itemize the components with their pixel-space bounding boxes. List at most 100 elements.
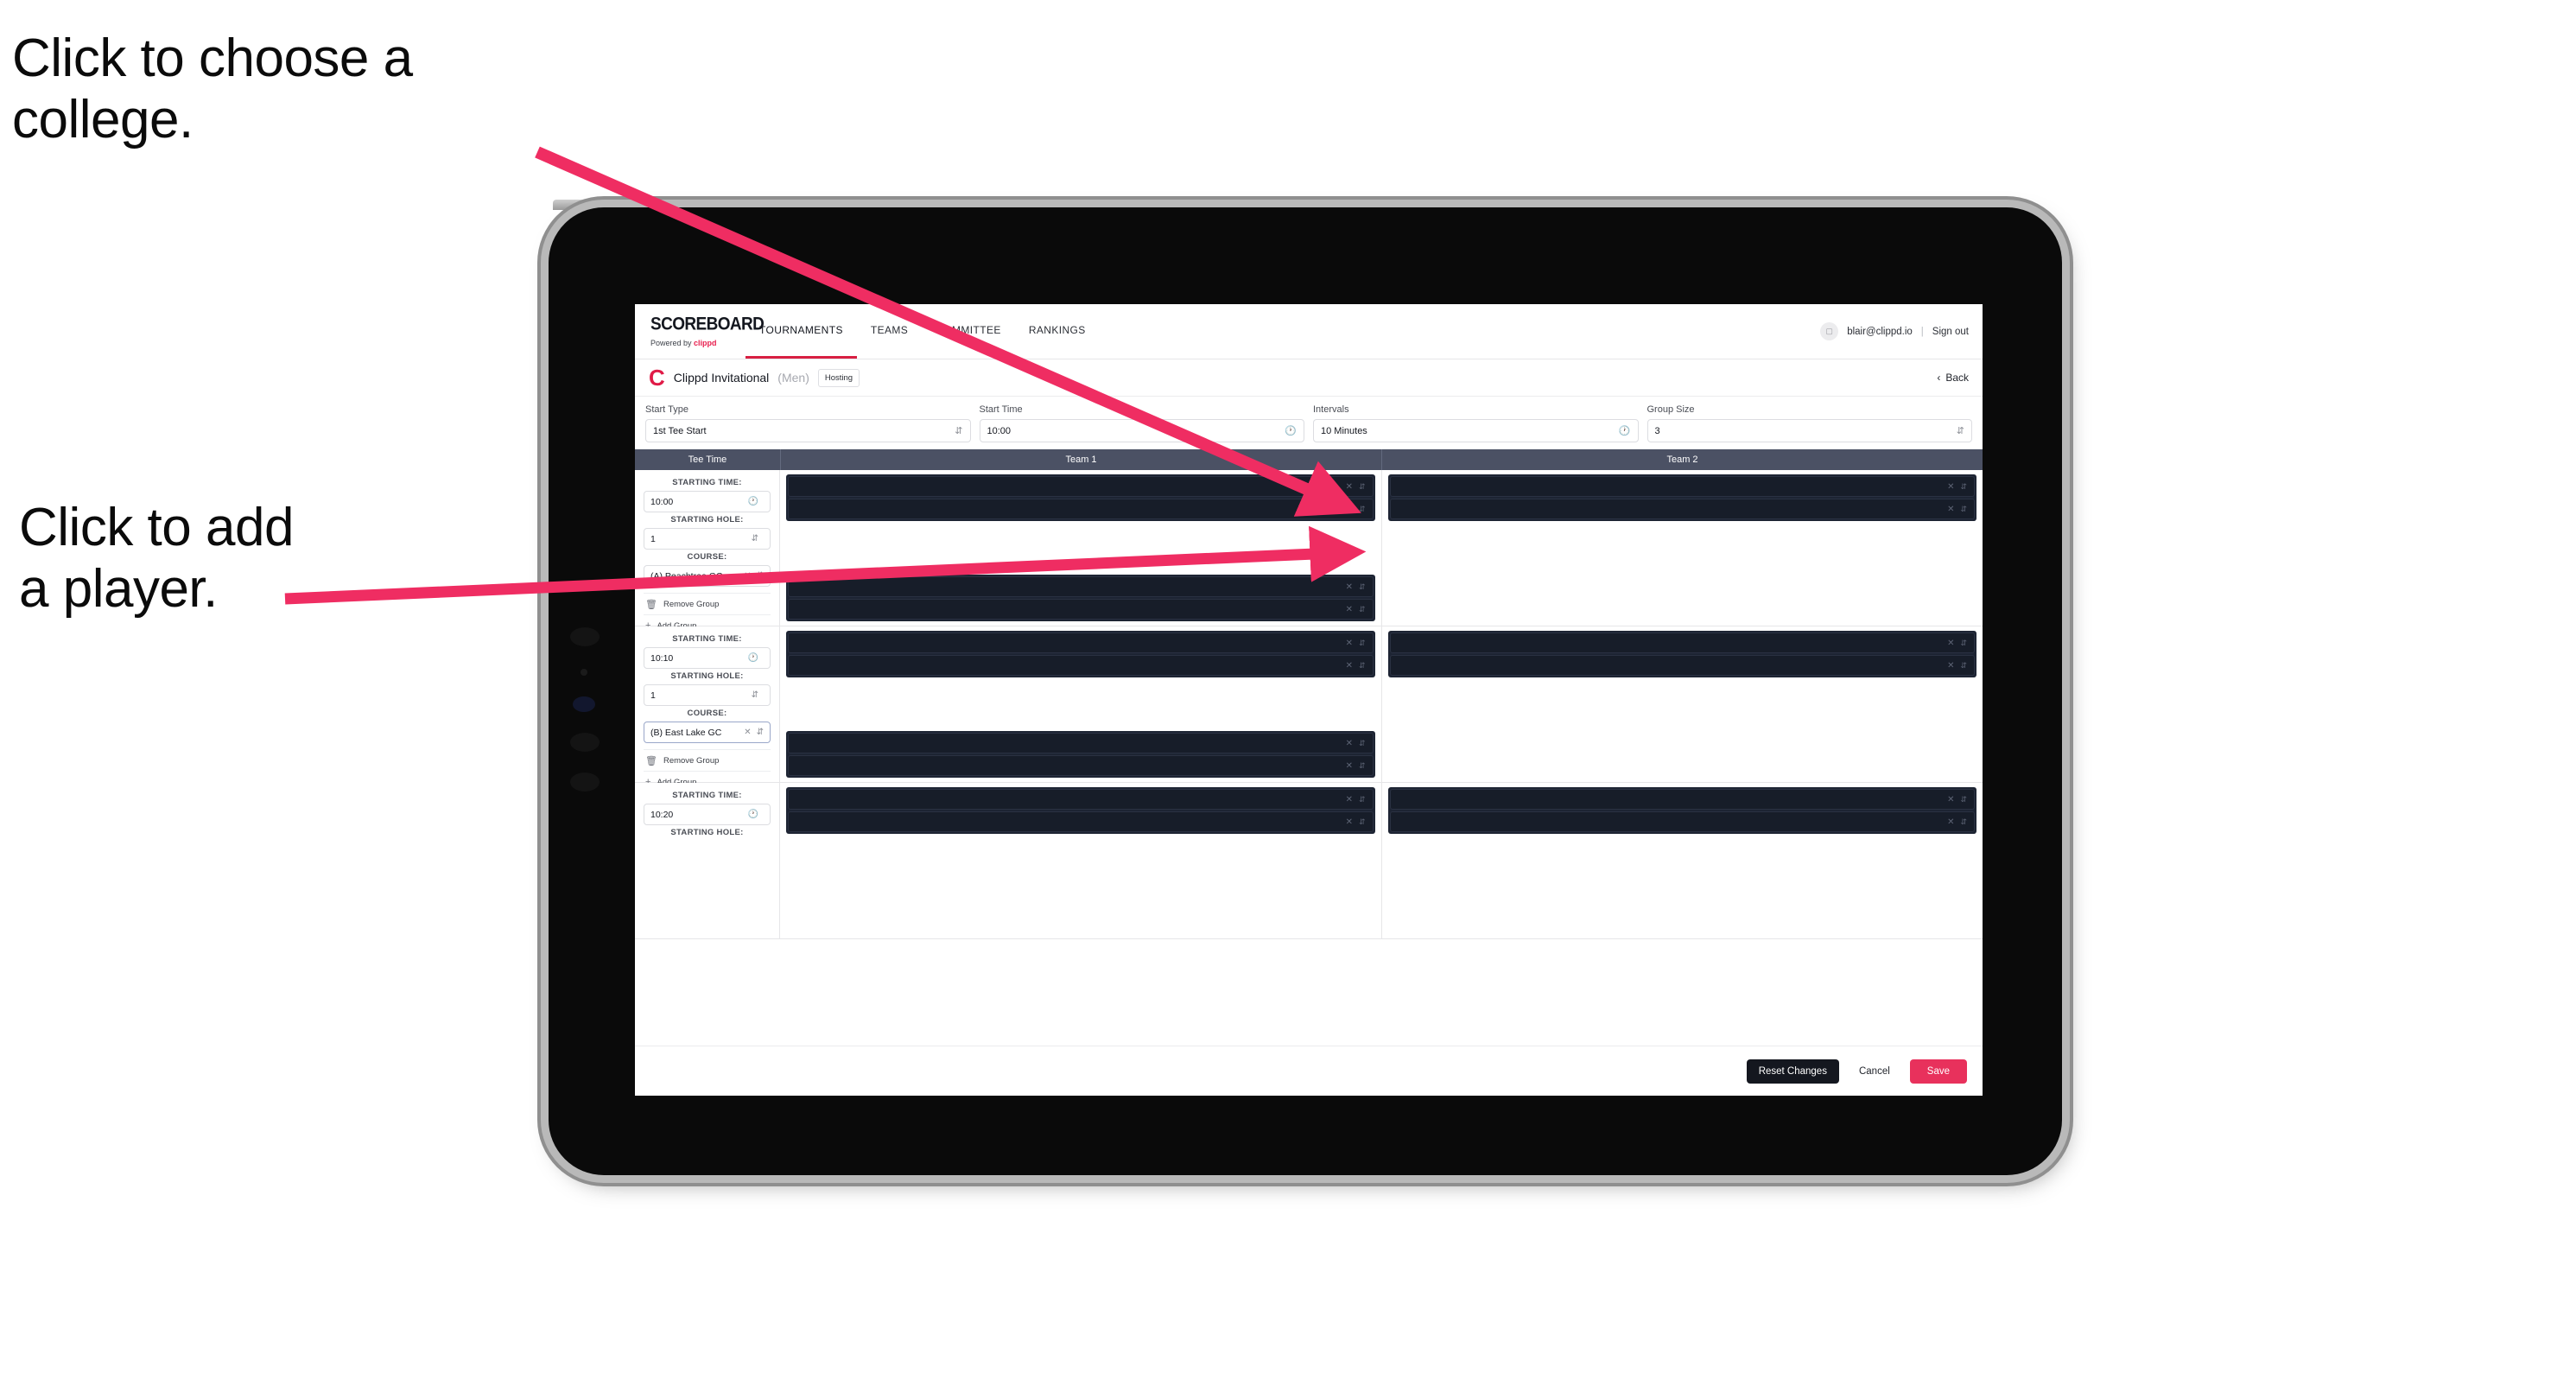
close-icon[interactable]: ✕ bbox=[1346, 505, 1353, 514]
column-header-team-1: Team 1 bbox=[781, 449, 1382, 470]
caption-starting-hole: STARTING HOLE: bbox=[670, 515, 744, 525]
column-header-team-2: Team 2 bbox=[1666, 455, 1698, 465]
clock-icon[interactable]: 🕐 bbox=[1285, 425, 1297, 436]
course-select[interactable]: (A) Peachtree GC ✕ ⇵ bbox=[644, 565, 771, 587]
brand-logo[interactable]: SCOREBOARD Powered by clippd bbox=[635, 304, 765, 359]
player-select-slot[interactable]: ✕ ⇵ bbox=[788, 789, 1374, 810]
close-icon[interactable]: ✕ bbox=[1346, 482, 1353, 492]
intervals-input[interactable]: 10 Minutes 🕐 bbox=[1313, 419, 1639, 442]
player-select-slot[interactable]: ✕ ⇵ bbox=[1389, 655, 1975, 676]
close-icon[interactable]: ✕ bbox=[1947, 795, 1954, 804]
close-icon[interactable]: ✕ bbox=[1947, 661, 1954, 671]
starting-hole-select[interactable]: 1 ⇵ bbox=[644, 684, 771, 706]
sign-out-link[interactable]: Sign out bbox=[1932, 327, 1969, 337]
stepper-icon[interactable]: ⇵ bbox=[1359, 505, 1366, 514]
nav-tab-rankings[interactable]: RANKINGS bbox=[1015, 304, 1100, 359]
player-select-slot[interactable]: ✕ ⇵ bbox=[788, 811, 1374, 832]
stepper-icon[interactable]: ⇵ bbox=[1359, 739, 1366, 748]
stepper-icon[interactable]: ⇵ bbox=[1359, 661, 1366, 671]
stepper-icon[interactable]: ⇵ bbox=[1359, 639, 1366, 648]
player-slot-group: ✕ ⇵ ✕ ⇵ bbox=[786, 474, 1375, 521]
player-slot-group: ✕ ⇵ ✕ ⇵ bbox=[786, 787, 1375, 834]
nav-tab-teams[interactable]: TEAMS bbox=[857, 304, 922, 359]
stepper-icon[interactable]: ⇵ bbox=[757, 728, 764, 737]
clock-icon[interactable]: 🕐 bbox=[748, 653, 758, 663]
avatar[interactable]: ▢ bbox=[1820, 322, 1839, 340]
settings-controls-row: Start Type 1st Tee Start ⇵ Start Time 10… bbox=[635, 397, 1983, 449]
player-select-slot[interactable]: ✕ ⇵ bbox=[788, 499, 1374, 519]
top-navigation-bar: SCOREBOARD Powered by clippd TOURNAMENTS… bbox=[635, 304, 1983, 359]
player-select-slot[interactable]: ✕ ⇵ bbox=[788, 655, 1374, 676]
close-icon[interactable]: ✕ bbox=[1346, 639, 1353, 648]
nav-tab-committee[interactable]: COMMITTEE bbox=[922, 304, 1015, 359]
close-icon[interactable]: ✕ bbox=[744, 571, 751, 581]
close-icon[interactable]: ✕ bbox=[1947, 639, 1954, 648]
stepper-icon[interactable]: ⇵ bbox=[1960, 639, 1967, 648]
player-select-slot[interactable]: ✕ ⇵ bbox=[1389, 499, 1975, 519]
clock-icon[interactable]: 🕐 bbox=[748, 810, 758, 819]
close-icon[interactable]: ✕ bbox=[744, 728, 751, 737]
stepper-icon[interactable]: ⇵ bbox=[752, 690, 758, 700]
stepper-icon[interactable]: ⇵ bbox=[1960, 661, 1967, 671]
close-icon[interactable]: ✕ bbox=[1947, 817, 1954, 827]
group-size-select[interactable]: 3 ⇵ bbox=[1646, 419, 1972, 442]
starting-time-value: 10:00 bbox=[650, 496, 674, 507]
close-icon[interactable]: ✕ bbox=[1346, 605, 1353, 614]
player-select-slot[interactable]: ✕ ⇵ bbox=[788, 576, 1374, 597]
start-time-input[interactable]: 10:00 🕐 bbox=[979, 419, 1304, 442]
stepper-icon[interactable]: ⇵ bbox=[1960, 505, 1967, 514]
stepper-icon[interactable]: ⇵ bbox=[1960, 817, 1967, 827]
player-select-slot[interactable]: ✕ ⇵ bbox=[1389, 633, 1975, 653]
bezel-sensor-icon bbox=[581, 669, 587, 676]
action-footer: Reset Changes Cancel Save bbox=[635, 1046, 1983, 1096]
stepper-icon[interactable]: ⇵ bbox=[1957, 425, 1964, 436]
remove-group-button[interactable]: 🗑 Remove Group bbox=[644, 749, 771, 771]
clock-icon[interactable]: 🕐 bbox=[1619, 425, 1631, 436]
back-button[interactable]: ‹ Back bbox=[1937, 372, 1969, 384]
field-start-time: Start Time 10:00 🕐 bbox=[979, 404, 1304, 442]
starting-time-input[interactable]: 10:00 🕐 bbox=[644, 491, 771, 512]
table-row: STARTING TIME: 10:00 🕐 STARTING HOLE: 1 … bbox=[635, 470, 1983, 631]
close-icon[interactable]: ✕ bbox=[1346, 739, 1353, 748]
player-select-slot[interactable]: ✕ ⇵ bbox=[788, 733, 1374, 753]
close-icon[interactable]: ✕ bbox=[1346, 761, 1353, 771]
caption-starting-time: STARTING TIME: bbox=[672, 478, 742, 487]
tee-time-cell: STARTING TIME: 10:00 🕐 STARTING HOLE: 1 … bbox=[635, 470, 780, 631]
clock-icon[interactable]: 🕐 bbox=[748, 497, 758, 506]
course-select[interactable]: (B) East Lake GC ✕ ⇵ bbox=[644, 722, 771, 743]
stepper-icon[interactable]: ⇵ bbox=[752, 534, 758, 544]
starting-time-input[interactable]: 10:10 🕐 bbox=[644, 647, 771, 669]
player-select-slot[interactable]: ✕ ⇵ bbox=[788, 476, 1374, 497]
close-icon[interactable]: ✕ bbox=[1346, 582, 1353, 592]
save-button[interactable]: Save bbox=[1909, 1059, 1967, 1084]
close-icon[interactable]: ✕ bbox=[1346, 661, 1353, 671]
player-select-slot[interactable]: ✕ ⇵ bbox=[1389, 789, 1975, 810]
stepper-icon[interactable]: ⇵ bbox=[1960, 795, 1967, 804]
start-type-select[interactable]: 1st Tee Start ⇵ bbox=[645, 419, 971, 442]
stepper-icon[interactable]: ⇵ bbox=[1359, 795, 1366, 804]
player-select-slot[interactable]: ✕ ⇵ bbox=[788, 755, 1374, 776]
player-select-slot[interactable]: ✕ ⇵ bbox=[1389, 476, 1975, 497]
cancel-button[interactable]: Cancel bbox=[1849, 1059, 1900, 1084]
player-select-slot[interactable]: ✕ ⇵ bbox=[1389, 811, 1975, 832]
stepper-icon[interactable]: ⇵ bbox=[1960, 482, 1967, 492]
stepper-icon[interactable]: ⇵ bbox=[1359, 761, 1366, 771]
reset-changes-button[interactable]: Reset Changes bbox=[1746, 1059, 1839, 1084]
stepper-icon[interactable]: ⇵ bbox=[1359, 817, 1366, 827]
stepper-icon[interactable]: ⇵ bbox=[1359, 482, 1366, 492]
player-select-slot[interactable]: ✕ ⇵ bbox=[788, 599, 1374, 620]
player-select-slot[interactable]: ✕ ⇵ bbox=[788, 633, 1374, 653]
start-time-value: 10:00 bbox=[987, 425, 1012, 436]
close-icon[interactable]: ✕ bbox=[1346, 795, 1353, 804]
stepper-icon[interactable]: ⇵ bbox=[757, 571, 764, 581]
starting-time-input[interactable]: 10:20 🕐 bbox=[644, 804, 771, 825]
close-icon[interactable]: ✕ bbox=[1346, 817, 1353, 827]
stepper-icon[interactable]: ⇵ bbox=[955, 425, 962, 436]
close-icon[interactable]: ✕ bbox=[1947, 482, 1954, 492]
starting-hole-select[interactable]: 1 ⇵ bbox=[644, 528, 771, 550]
remove-group-button[interactable]: 🗑 Remove Group bbox=[644, 593, 771, 614]
stepper-icon[interactable]: ⇵ bbox=[1359, 582, 1366, 592]
stepper-icon[interactable]: ⇵ bbox=[1359, 605, 1366, 614]
status-badge: Hosting bbox=[817, 368, 860, 387]
close-icon[interactable]: ✕ bbox=[1947, 505, 1954, 514]
